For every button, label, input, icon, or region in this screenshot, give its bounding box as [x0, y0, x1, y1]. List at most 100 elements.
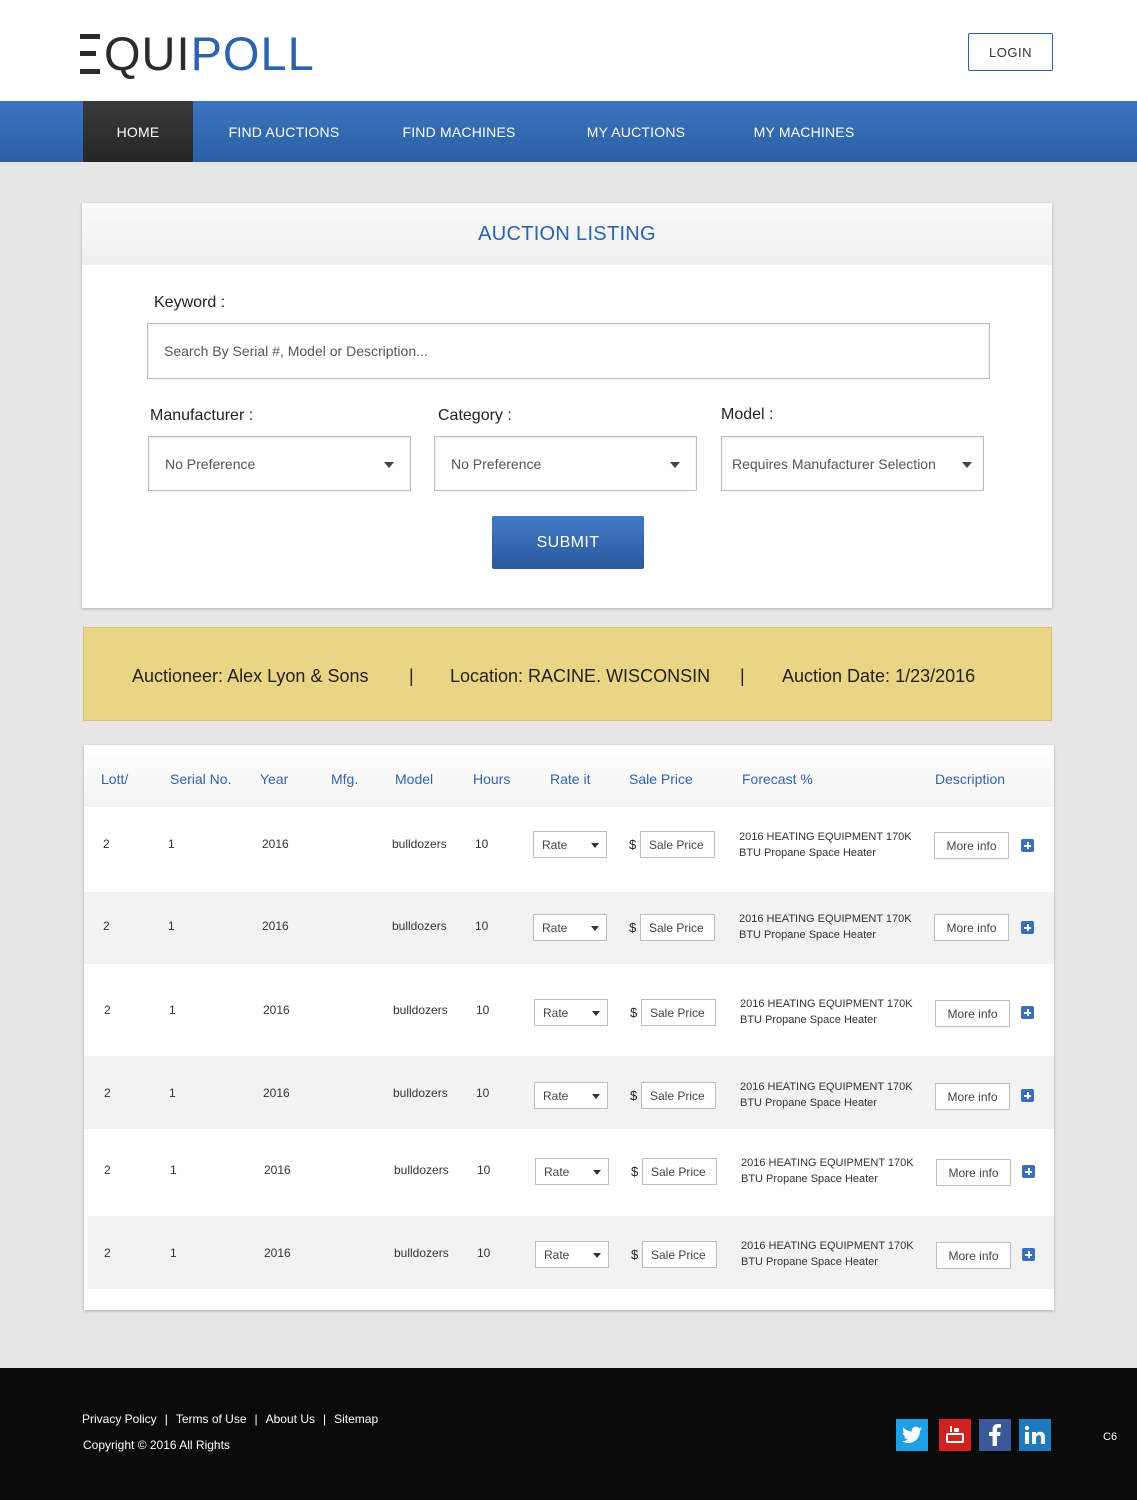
auction-search-panel: AUCTION LISTING Keyword : Search By Seri… — [82, 203, 1052, 608]
cell-model: bulldozers — [393, 1086, 448, 1100]
logo-e-mark — [80, 34, 100, 74]
expand-plus-icon[interactable] — [1022, 1248, 1035, 1261]
column-header-description[interactable]: Description — [935, 771, 1005, 787]
nav-item-my-machines[interactable]: MY MACHINES — [745, 101, 863, 162]
table-row: 2 1 2016 bulldozers 10 Rate $ Sale Price… — [84, 1129, 1054, 1216]
chevron-down-icon — [591, 926, 599, 931]
auction-date-info: Auction Date: 1/23/2016 — [782, 666, 976, 686]
more-info-button[interactable]: More info — [935, 1083, 1010, 1110]
expand-plus-icon[interactable] — [1021, 921, 1034, 934]
rate-select[interactable]: Rate — [533, 914, 607, 941]
model-select[interactable]: Requires Manufacturer Selection — [721, 436, 984, 491]
column-header-serial[interactable]: Serial No. — [170, 771, 231, 787]
rate-select[interactable]: Rate — [535, 1241, 609, 1268]
expand-plus-icon[interactable] — [1022, 1165, 1035, 1178]
sale-price-input[interactable]: Sale Price — [641, 1082, 716, 1109]
category-select[interactable]: No Preference — [434, 436, 697, 491]
more-info-button[interactable]: More info — [935, 1000, 1010, 1027]
model-label: Model : — [721, 406, 774, 423]
column-header-forecast[interactable]: Forecast % — [742, 771, 813, 787]
linkedin-icon[interactable] — [1019, 1419, 1051, 1451]
sale-price-placeholder: Sale Price — [650, 1005, 705, 1020]
cell-year: 2016 — [263, 1086, 290, 1100]
footer-link-privacy[interactable]: Privacy Policy — [82, 1412, 157, 1426]
cell-model: bulldozers — [392, 837, 447, 851]
rate-select[interactable]: Rate — [534, 1082, 608, 1109]
site-footer: Privacy Policy | Terms of Use | About Us… — [0, 1368, 1137, 1500]
cell-hours: 10 — [475, 919, 489, 933]
description-line-1: 2016 HEATING EQUIPMENT 170K — [740, 998, 913, 1010]
expand-plus-icon[interactable] — [1021, 839, 1034, 852]
rate-select-value: Rate — [543, 1005, 569, 1020]
manufacturer-select[interactable]: No Preference — [148, 436, 411, 491]
category-select-value: No Preference — [451, 455, 542, 472]
cell-model: bulldozers — [392, 919, 447, 933]
nav-item-find-auctions[interactable]: FIND AUCTIONS — [220, 101, 348, 162]
cell-year: 2016 — [262, 837, 289, 851]
sale-price-input[interactable]: Sale Price — [642, 1241, 717, 1268]
column-header-sale-price[interactable]: Sale Price — [629, 771, 693, 787]
more-info-button[interactable]: More info — [936, 1242, 1011, 1269]
cell-year: 2016 — [262, 919, 289, 933]
currency-symbol: $ — [631, 1247, 639, 1262]
rate-select[interactable]: Rate — [535, 1158, 609, 1185]
login-button[interactable]: LOGIN — [968, 33, 1053, 71]
more-info-button[interactable]: More info — [936, 1159, 1011, 1186]
cell-lot: 2 — [104, 1003, 111, 1017]
column-header-rate[interactable]: Rate it — [550, 771, 590, 787]
nav-item-find-machines[interactable]: FIND MACHINES — [395, 101, 523, 162]
chevron-down-icon — [592, 1094, 600, 1099]
column-header-lot[interactable]: Lott/ — [101, 771, 128, 787]
cell-model: bulldozers — [393, 1003, 448, 1017]
footer-separator: | — [254, 1412, 258, 1426]
cell-year: 2016 — [264, 1163, 291, 1177]
facebook-icon[interactable] — [979, 1419, 1011, 1451]
expand-plus-icon[interactable] — [1021, 1006, 1034, 1019]
chevron-down-icon — [592, 1011, 600, 1016]
equipoll-logo[interactable]: QUI POLL — [80, 30, 315, 78]
table-row: 2 1 2016 bulldozers 10 Rate $ Sale Price… — [84, 807, 1054, 892]
keyword-search-input[interactable]: Search By Serial #, Model or Description… — [147, 323, 990, 379]
footer-link-about[interactable]: About Us — [266, 1412, 315, 1426]
column-header-mfg[interactable]: Mfg. — [331, 771, 358, 787]
expand-plus-icon[interactable] — [1021, 1089, 1034, 1102]
more-info-button[interactable]: More info — [934, 914, 1009, 941]
nav-item-home[interactable]: HOME — [83, 101, 193, 162]
twitter-icon[interactable] — [896, 1419, 928, 1451]
sale-price-input[interactable]: Sale Price — [641, 999, 716, 1026]
rate-select[interactable]: Rate — [534, 999, 608, 1026]
cell-lot: 2 — [104, 1086, 111, 1100]
model-select-value: Requires Manufacturer Selection — [732, 455, 936, 472]
column-header-year[interactable]: Year — [260, 771, 288, 787]
rate-select[interactable]: Rate — [533, 831, 607, 858]
cell-hours: 10 — [477, 1246, 491, 1260]
rate-select-value: Rate — [543, 1088, 569, 1103]
footer-link-sitemap[interactable]: Sitemap — [334, 1412, 378, 1426]
sale-price-input[interactable]: Sale Price — [642, 1158, 717, 1185]
cell-description: 2016 HEATING EQUIPMENT 170K BTU Propane S… — [740, 996, 930, 1028]
page-code-label: C6 — [1103, 1431, 1118, 1443]
currency-symbol: $ — [631, 1164, 639, 1179]
more-info-button[interactable]: More info — [934, 832, 1009, 859]
logo-text-poll: POLL — [190, 27, 315, 80]
nav-item-my-auctions[interactable]: MY AUCTIONS — [578, 101, 694, 162]
description-line-2: BTU Propane Space Heater — [741, 1173, 878, 1185]
info-separator: | — [409, 666, 414, 686]
currency-symbol: $ — [630, 1005, 638, 1020]
submit-button[interactable]: SUBMIT — [492, 516, 644, 569]
cell-serial: 1 — [168, 919, 175, 933]
cell-description: 2016 HEATING EQUIPMENT 170K BTU Propane S… — [740, 1079, 930, 1111]
sale-price-placeholder: Sale Price — [649, 837, 704, 852]
keyword-label: Keyword : — [154, 294, 226, 311]
category-label: Category : — [438, 407, 512, 424]
youtube-icon[interactable] — [939, 1419, 971, 1451]
footer-link-terms[interactable]: Terms of Use — [176, 1412, 247, 1426]
column-header-model[interactable]: Model — [395, 771, 433, 787]
sale-price-input[interactable]: Sale Price — [640, 831, 715, 858]
location-info: Location: RACINE. WISCONSIN — [450, 666, 711, 686]
column-header-hours[interactable]: Hours — [473, 771, 510, 787]
cell-hours: 10 — [477, 1163, 491, 1177]
sale-price-input[interactable]: Sale Price — [640, 914, 715, 941]
cell-year: 2016 — [263, 1003, 290, 1017]
table-row: 2 1 2016 bulldozers 10 Rate $ Sale Price… — [88, 1216, 1054, 1289]
